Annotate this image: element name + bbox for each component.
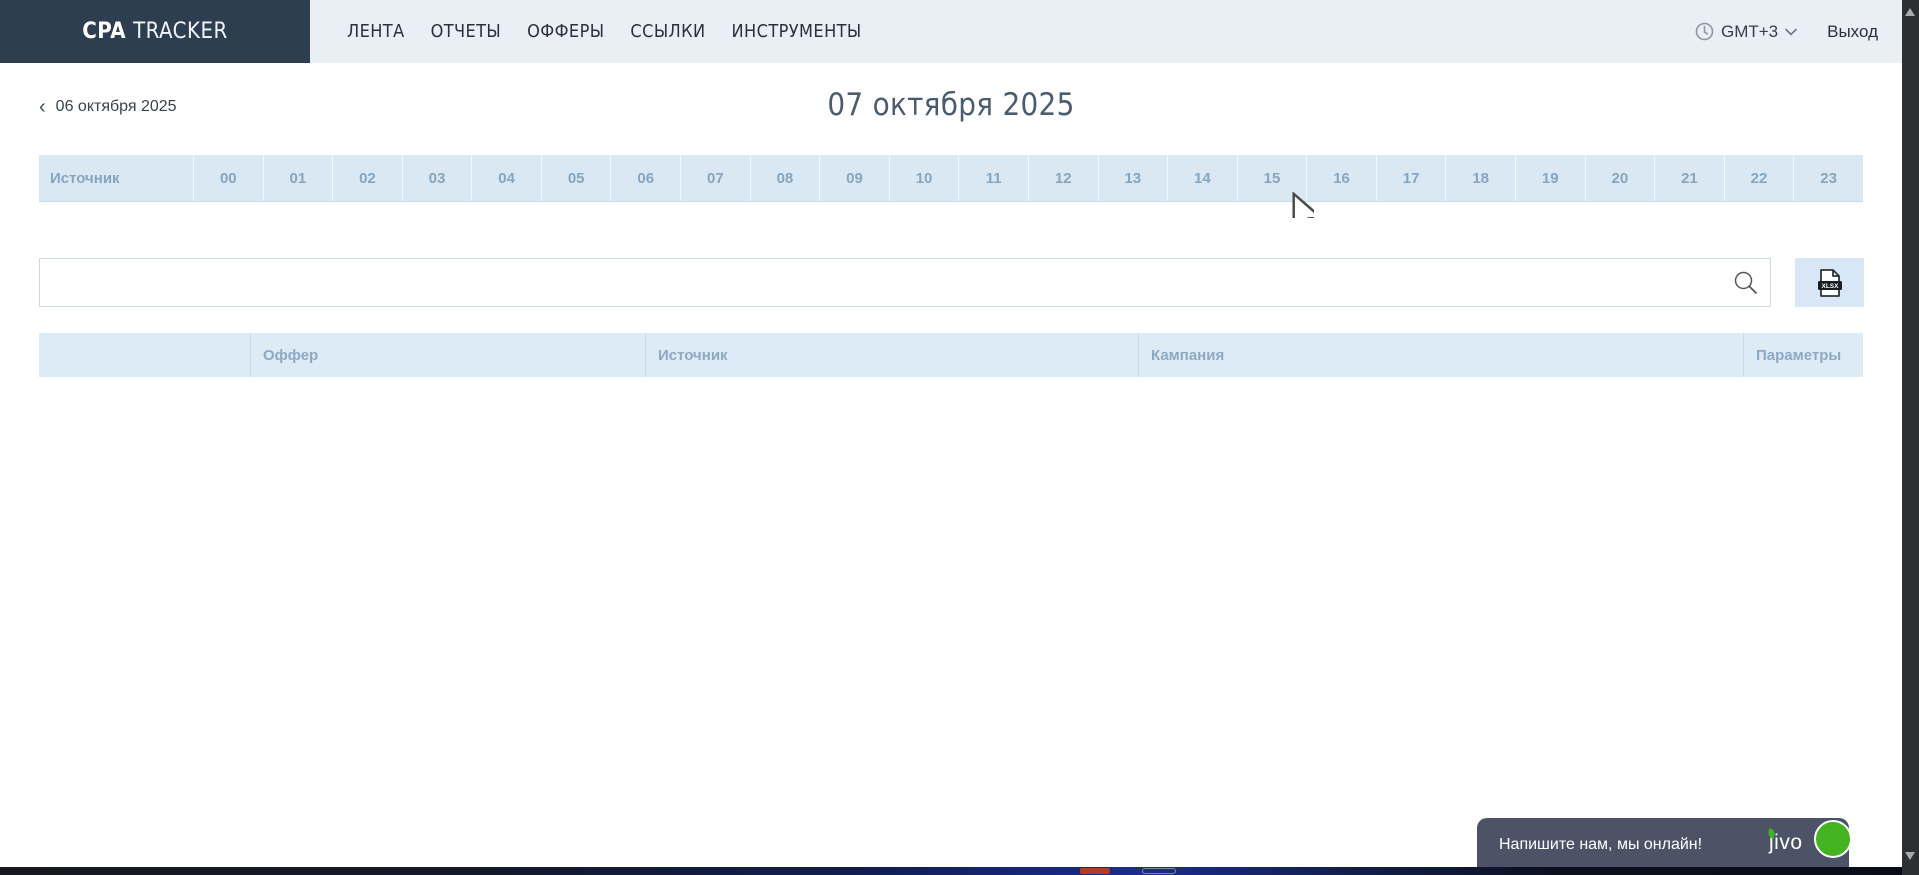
hour-header-18: 18 (1445, 155, 1515, 201)
hour-header-20: 20 (1585, 155, 1655, 201)
timezone-label: GMT+3 (1721, 22, 1778, 42)
hour-header-02: 02 (332, 155, 402, 201)
timezone-selector[interactable]: GMT+3 (1695, 22, 1797, 42)
nav-item-3[interactable]: ОФФЕРЫ (514, 21, 617, 42)
hour-header-10: 10 (889, 155, 959, 201)
clock-icon (1695, 22, 1714, 41)
chevron-down-icon (1785, 28, 1797, 36)
hour-header-06: 06 (610, 155, 680, 201)
hour-header-21: 21 (1654, 155, 1724, 201)
export-xlsx-button[interactable]: XLSX (1795, 258, 1864, 307)
bottom-edge-strip (0, 867, 1902, 875)
xlsx-file-icon: XLSX (1817, 268, 1843, 298)
data-table-header-row: ОфферИсточникКампанияПараметры (39, 333, 1863, 377)
strip-gray-accent (1142, 868, 1176, 874)
logout-button[interactable]: Выход (1827, 22, 1878, 42)
search-input[interactable] (39, 258, 1771, 307)
chevron-left-icon: ‹ (39, 99, 46, 115)
brand-logo-bold: CPA (82, 19, 126, 44)
hour-header-11: 11 (958, 155, 1028, 201)
hours-source-header: Источник (39, 155, 193, 201)
hour-header-04: 04 (471, 155, 541, 201)
strip-red-accent (1080, 868, 1110, 874)
nav-item-5[interactable]: ИНСТРУМЕНТЫ (719, 21, 875, 42)
hours-header-row: Источник 0001020304050607080910111213141… (39, 155, 1863, 202)
hour-header-00: 00 (193, 155, 263, 201)
column-header-параметры: Параметры (1743, 333, 1863, 377)
hour-header-09: 09 (819, 155, 889, 201)
hour-header-22: 22 (1724, 155, 1794, 201)
nav-item-2[interactable]: ОТЧЕТЫ (418, 21, 515, 42)
hour-header-07: 07 (680, 155, 750, 201)
hour-header-03: 03 (402, 155, 472, 201)
hour-header-23: 23 (1793, 155, 1863, 201)
top-navbar: CPA TRACKER ЛЕНТАОТЧЕТЫОФФЕРЫССЫЛКИИНСТР… (0, 0, 1902, 63)
hour-header-01: 01 (263, 155, 333, 201)
prev-date-link[interactable]: ‹ 06 октября 2025 (39, 98, 177, 116)
xlsx-badge-text: XLSX (1821, 283, 1839, 290)
hour-header-08: 08 (750, 155, 820, 201)
column-header-источник: Источник (645, 333, 1138, 377)
navbar-right: GMT+3 Выход (1695, 0, 1878, 63)
hour-header-19: 19 (1515, 155, 1585, 201)
scrollbar[interactable] (1902, 0, 1919, 875)
hour-header-17: 17 (1376, 155, 1446, 201)
brand-logo-light: TRACKER (133, 19, 228, 44)
chat-message: Напишите нам, мы онлайн! (1499, 836, 1702, 854)
nav-item-1[interactable]: ЛЕНТА (334, 21, 418, 42)
brand-logo[interactable]: CPA TRACKER (0, 0, 310, 63)
search-icon (1733, 270, 1759, 296)
column-header-оффер: Оффер (250, 333, 645, 377)
column-header-empty (39, 333, 250, 377)
hour-header-14: 14 (1167, 155, 1237, 201)
hour-header-15: 15 (1237, 155, 1307, 201)
scroll-up-arrow[interactable] (1905, 8, 1915, 16)
prev-date-label: 06 октября 2025 (56, 98, 177, 116)
hour-header-13: 13 (1098, 155, 1168, 201)
hour-header-05: 05 (541, 155, 611, 201)
nav-item-4[interactable]: ССЫЛКИ (617, 21, 718, 42)
chat-bubble-icon[interactable] (1814, 820, 1852, 858)
hour-header-16: 16 (1306, 155, 1376, 201)
column-header-кампания: Кампания (1138, 333, 1743, 377)
scroll-down-arrow[interactable] (1905, 852, 1915, 860)
main-nav: ЛЕНТАОТЧЕТЫОФФЕРЫССЫЛКИИНСТРУМЕНТЫ (334, 0, 875, 63)
hour-header-12: 12 (1028, 155, 1098, 201)
search-wrap (39, 258, 1771, 307)
page-title: 07 октября 2025 (39, 87, 1863, 123)
